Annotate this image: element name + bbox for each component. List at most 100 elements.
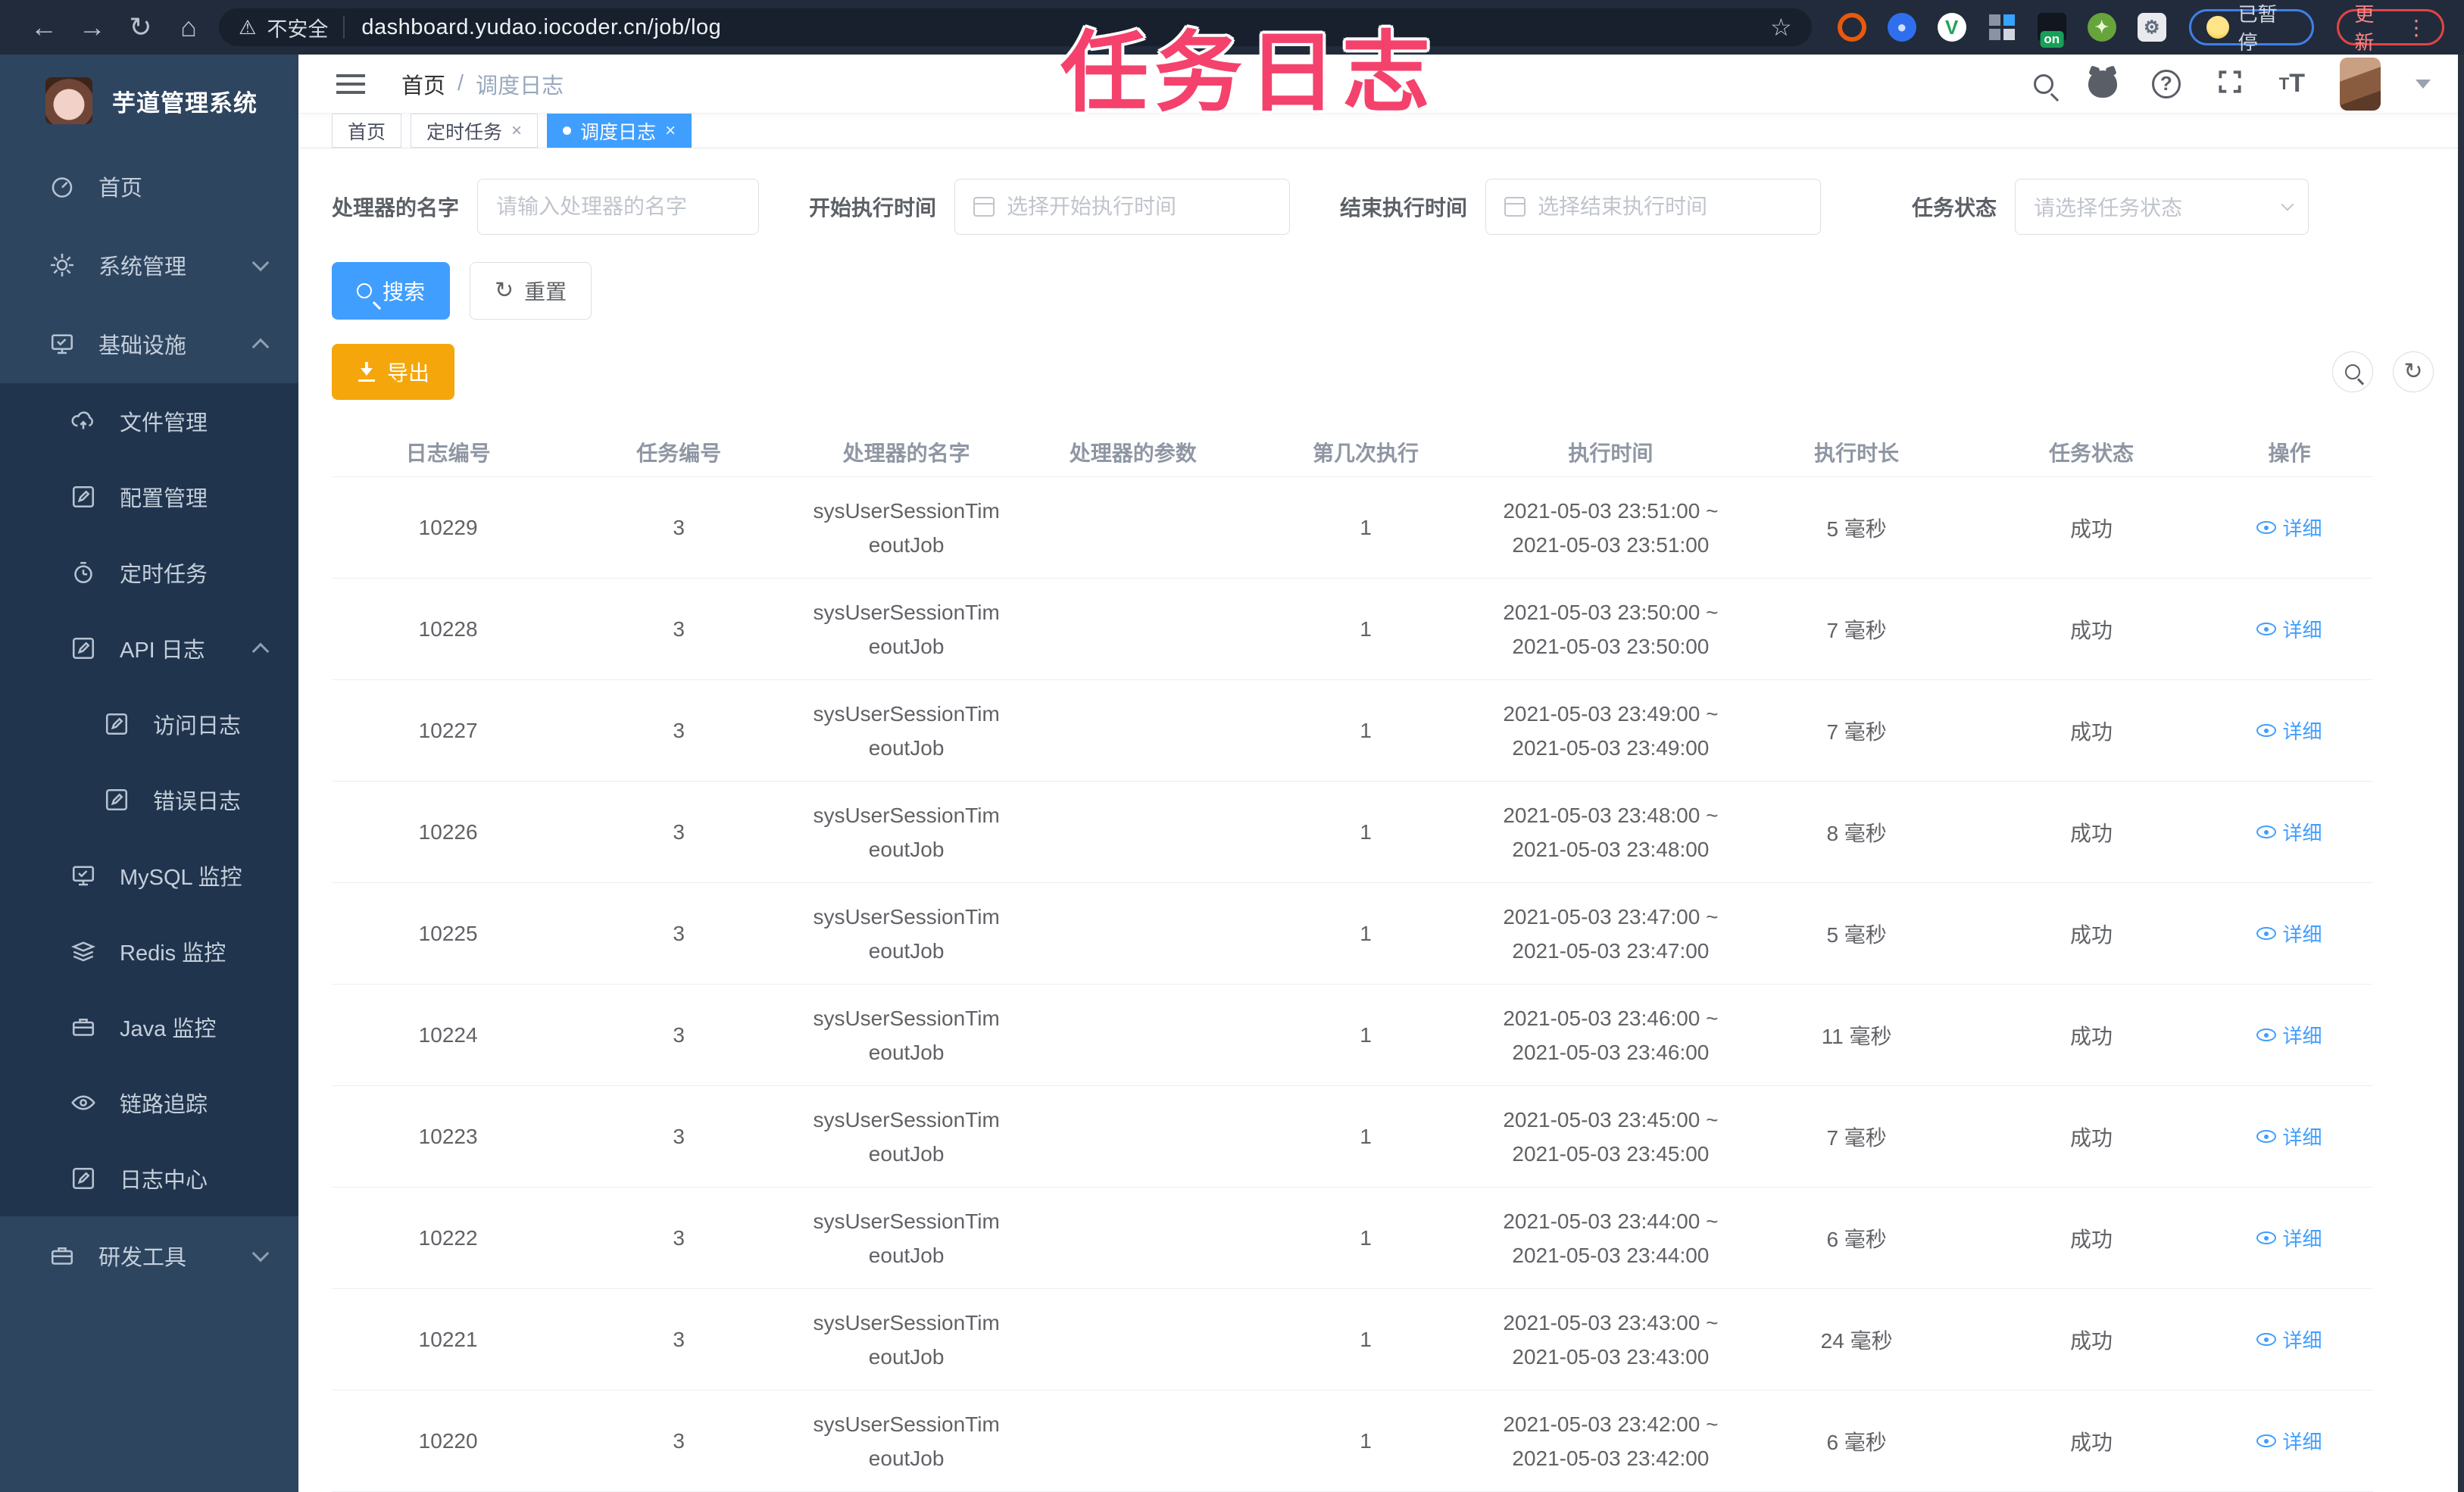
detail-link-label: 详细 bbox=[2282, 822, 2322, 844]
sidebar-item-access-log[interactable]: 访问日志 bbox=[0, 686, 298, 762]
sidebar-item-java[interactable]: Java 监控 bbox=[0, 989, 298, 1065]
extension-puzzle-icon[interactable]: ⚙ bbox=[2137, 13, 2166, 42]
tab-label: 首页 bbox=[348, 121, 386, 143]
sidebar-item-dev-tools[interactable]: 研发工具 bbox=[0, 1216, 298, 1295]
detail-link[interactable]: 详细 bbox=[2256, 919, 2322, 947]
time-start: 2021-05-03 23:49:00 ~ bbox=[1503, 701, 1719, 726]
cell-handler: sysUserSessionTim eoutJob bbox=[793, 1103, 1020, 1171]
detail-link[interactable]: 详细 bbox=[2256, 1224, 2322, 1252]
table-row: 10222 3 sysUserSessionTim eoutJob 1 2021… bbox=[332, 1188, 2373, 1289]
sidebar: 芋道管理系统 首页 系统管理 基础设施 文件管理 配置管理 定时任务 API 日… bbox=[0, 55, 298, 1492]
detail-link[interactable]: 详细 bbox=[2256, 615, 2322, 643]
tab-job-log[interactable]: 调度日志 × bbox=[547, 114, 692, 148]
hamburger-icon[interactable] bbox=[336, 73, 365, 94]
forward-icon[interactable]: → bbox=[68, 11, 117, 43]
detail-link-label: 详细 bbox=[2282, 517, 2322, 540]
help-icon[interactable]: ? bbox=[2151, 69, 2181, 98]
sidebar-item-config[interactable]: 配置管理 bbox=[0, 459, 298, 535]
handler-line2: eoutJob bbox=[868, 837, 945, 861]
refresh-table-button[interactable]: ↻ bbox=[2393, 351, 2434, 392]
cell-handler: sysUserSessionTim eoutJob bbox=[793, 494, 1020, 562]
col-header-status: 任务状态 bbox=[2049, 441, 2135, 465]
status-select[interactable]: 请选择任务状态 bbox=[2015, 179, 2309, 235]
sidebar-item-mysql[interactable]: MySQL 监控 bbox=[0, 838, 298, 913]
bookmark-star-icon[interactable]: ☆ bbox=[1770, 13, 1792, 42]
app-title: 芋道管理系统 bbox=[112, 89, 258, 117]
extension-icon[interactable]: on bbox=[2037, 13, 2066, 48]
extension-icon[interactable] bbox=[1987, 13, 2016, 42]
active-dot bbox=[563, 126, 572, 135]
home-icon[interactable]: ⌂ bbox=[164, 11, 213, 43]
table-toolbar: 导出 ↻ bbox=[332, 344, 2434, 400]
cell-task-id: 3 bbox=[673, 616, 685, 641]
reset-button[interactable]: ↻ 重置 bbox=[470, 262, 592, 320]
reload-icon[interactable]: ↻ bbox=[117, 11, 165, 43]
update-button[interactable]: 更新 ⋮ bbox=[2337, 3, 2444, 54]
address-bar[interactable]: ⚠ 不安全 dashboard.yudao.iocoder.cn/job/log… bbox=[219, 8, 1812, 46]
close-icon[interactable]: × bbox=[665, 120, 676, 142]
menu-kebab-icon[interactable]: ⋮ bbox=[2406, 15, 2427, 40]
detail-link[interactable]: 详细 bbox=[2256, 1021, 2322, 1049]
cell-time: 2021-05-03 23:44:00 ~ 2021-05-03 23:44:0… bbox=[1485, 1204, 1736, 1272]
time-start: 2021-05-03 23:44:00 ~ bbox=[1503, 1209, 1719, 1233]
emoji-icon bbox=[2206, 16, 2229, 39]
cell-task-id: 3 bbox=[673, 1124, 685, 1148]
cell-time: 2021-05-03 23:46:00 ~ 2021-05-03 23:46:0… bbox=[1485, 1001, 1736, 1069]
start-time-input[interactable] bbox=[1007, 195, 1272, 219]
close-icon[interactable]: × bbox=[511, 120, 522, 142]
paused-badge[interactable]: 已暂停 bbox=[2188, 3, 2315, 54]
user-avatar[interactable] bbox=[2340, 57, 2381, 111]
back-icon[interactable]: ← bbox=[20, 11, 68, 43]
cell-duration: 7 毫秒 bbox=[1826, 1125, 1887, 1150]
detail-link[interactable]: 详细 bbox=[2256, 1325, 2322, 1353]
search-button[interactable]: 搜索 bbox=[332, 262, 451, 320]
breadcrumb-home[interactable]: 首页 bbox=[401, 68, 445, 100]
export-button[interactable]: 导出 bbox=[332, 344, 455, 400]
security-label[interactable]: 不安全 bbox=[267, 13, 328, 42]
detail-link[interactable]: 详细 bbox=[2256, 716, 2322, 744]
cell-task-id: 3 bbox=[673, 718, 685, 742]
font-size-icon[interactable]: TT bbox=[2279, 69, 2305, 98]
search-icon bbox=[357, 283, 372, 298]
sidebar-item-label: 访问日志 bbox=[153, 714, 242, 738]
search-icon[interactable] bbox=[2033, 73, 2053, 94]
sidebar-item-system[interactable]: 系统管理 bbox=[0, 226, 298, 304]
extension-icon[interactable]: ● bbox=[1887, 13, 1916, 42]
sidebar-item-infra[interactable]: 基础设施 bbox=[0, 304, 298, 383]
eye-icon bbox=[2256, 623, 2277, 635]
sidebar-item-redis[interactable]: Redis 监控 bbox=[0, 913, 298, 989]
end-time-input[interactable] bbox=[1538, 195, 1803, 219]
detail-link[interactable]: 详细 bbox=[2256, 1427, 2322, 1455]
url-text[interactable]: dashboard.yudao.iocoder.cn/job/log bbox=[361, 15, 721, 40]
cell-duration: 5 毫秒 bbox=[1826, 922, 1887, 947]
cell-time: 2021-05-03 23:49:00 ~ 2021-05-03 23:49:0… bbox=[1485, 697, 1736, 765]
tab-scheduled-task[interactable]: 定时任务 × bbox=[411, 114, 539, 148]
sidebar-item-label: 基础设施 bbox=[98, 334, 187, 358]
sidebar-item-home[interactable]: 首页 bbox=[0, 147, 298, 226]
sidebar-item-error-log[interactable]: 错误日志 bbox=[0, 762, 298, 838]
fullscreen-icon[interactable] bbox=[2216, 67, 2244, 100]
cell-handler: sysUserSessionTim eoutJob bbox=[793, 798, 1020, 866]
handler-input[interactable] bbox=[496, 195, 741, 219]
sidebar-item-job[interactable]: 定时任务 bbox=[0, 535, 298, 610]
sidebar-item-trace[interactable]: 链路追踪 bbox=[0, 1065, 298, 1141]
cell-count: 1 bbox=[1360, 1225, 1372, 1250]
caret-down-icon[interactable] bbox=[2416, 79, 2431, 89]
sidebar-item-api-log[interactable]: API 日志 bbox=[0, 610, 298, 686]
tab-label: 定时任务 bbox=[426, 121, 503, 143]
infra-submenu: 文件管理 配置管理 定时任务 API 日志 访问日志 错误日志 MySQL 监控… bbox=[0, 383, 298, 1216]
detail-link[interactable]: 详细 bbox=[2256, 513, 2322, 542]
extension-icon[interactable]: ✦ bbox=[2087, 13, 2116, 42]
sidebar-item-log-center[interactable]: 日志中心 bbox=[0, 1141, 298, 1216]
time-end: 2021-05-03 23:42:00 bbox=[1512, 1446, 1710, 1470]
detail-link[interactable]: 详细 bbox=[2256, 818, 2322, 846]
extension-icon[interactable] bbox=[1837, 13, 1866, 42]
github-icon[interactable] bbox=[2088, 70, 2117, 98]
cell-count: 1 bbox=[1360, 515, 1372, 539]
extension-icon[interactable]: V bbox=[1937, 13, 1966, 42]
sidebar-item-file[interactable]: 文件管理 bbox=[0, 383, 298, 459]
detail-link[interactable]: 详细 bbox=[2256, 1122, 2322, 1150]
tab-home[interactable]: 首页 bbox=[332, 114, 402, 148]
cell-status: 成功 bbox=[2070, 517, 2113, 541]
toggle-search-button[interactable] bbox=[2332, 351, 2373, 392]
